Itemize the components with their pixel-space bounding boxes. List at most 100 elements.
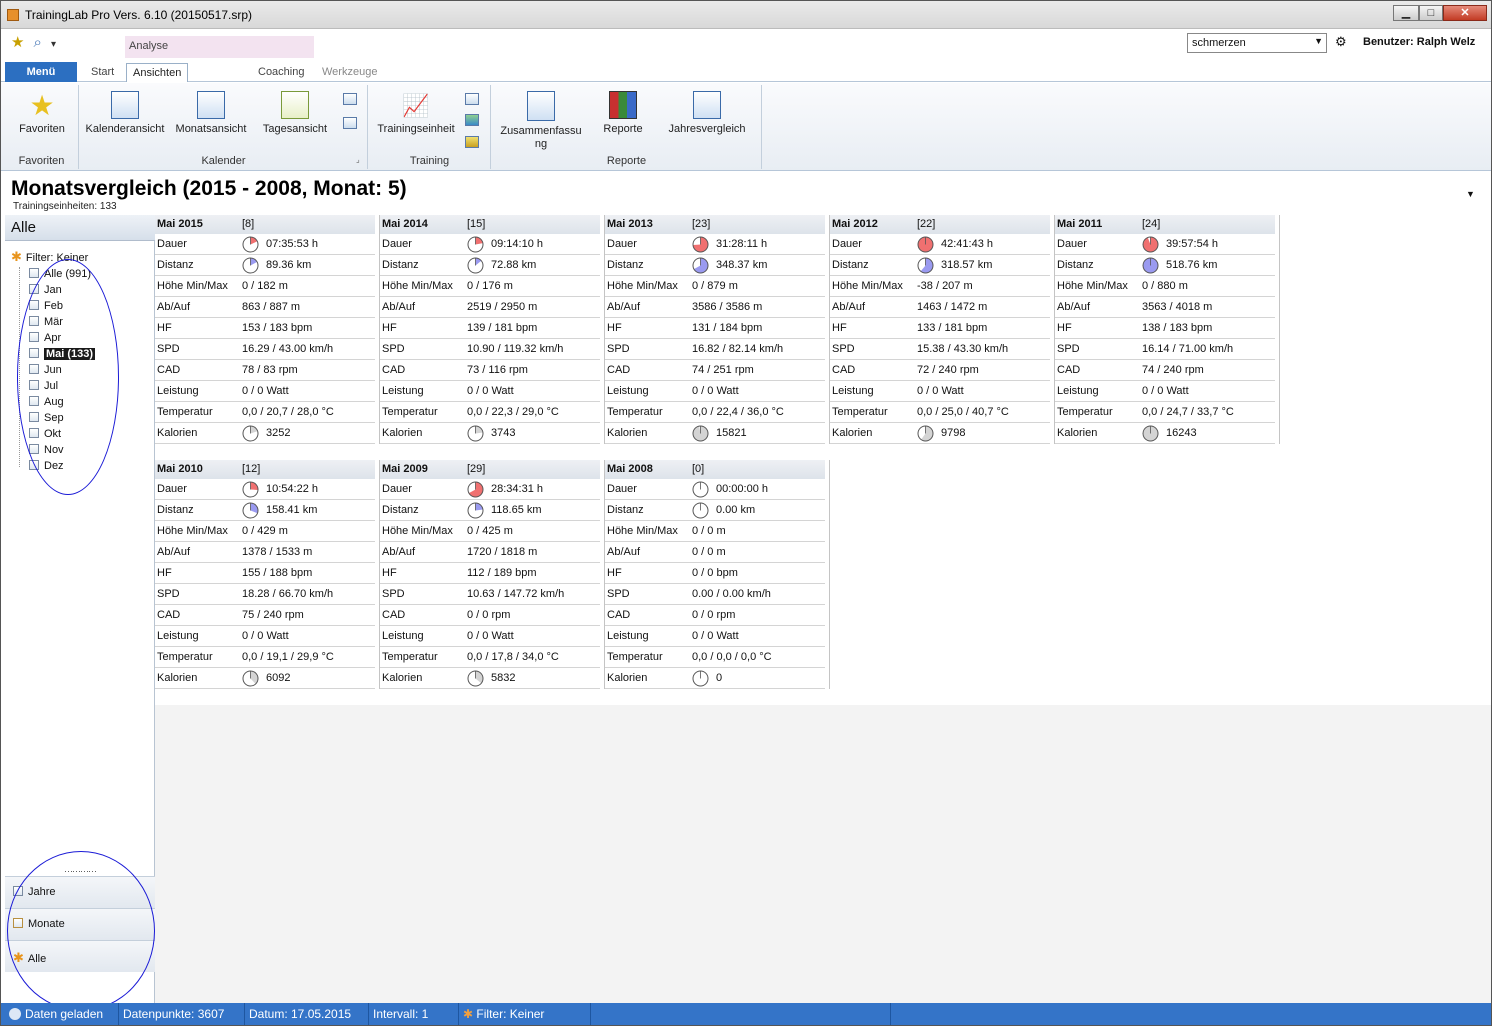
metric-row: CAD 74 / 251 rpm	[605, 360, 825, 381]
metric-row: HF 0 / 0 bpm	[605, 563, 825, 584]
metric-value: 15.38 / 43.30 km/h	[917, 343, 1009, 355]
zusammenfassung-button[interactable]: Zusammenfassu ng	[496, 91, 586, 151]
metric-row: HF 153 / 183 bpm	[155, 318, 375, 339]
metric-label: Dauer	[607, 483, 637, 495]
print-view-icon[interactable]	[343, 117, 357, 129]
metric-value: 28:34:31 h	[491, 483, 543, 495]
metric-value: 0.00 / 0.00 km/h	[692, 588, 771, 600]
ruler-icon[interactable]	[465, 136, 479, 148]
application-window: TrainingLab Pro Vers. 6.10 (20150517.srp…	[0, 0, 1492, 1026]
status-interval: Intervall: 1	[369, 1003, 459, 1025]
menu-button[interactable]: Menü	[5, 62, 77, 82]
card-header: Mai 2009 [29]	[380, 460, 600, 479]
metric-label: Kalorien	[832, 427, 873, 439]
month-card: Mai 2009 [29] Dauer 28:34:31 h Distanz 118.65…	[380, 460, 605, 689]
metric-row: Distanz 318.57 km	[830, 255, 1050, 276]
favoriten-button[interactable]: ★ Favoriten	[0, 91, 87, 136]
metric-label: Ab/Auf	[382, 546, 416, 558]
tagesansicht-label: Tagesansicht	[262, 123, 328, 135]
zusammenfassung-label: Zusammenfassu ng	[500, 125, 582, 150]
quick-access-dropdown-icon[interactable]: ▾	[51, 39, 56, 50]
card-count: [24]	[1142, 218, 1161, 230]
metric-row: HF 131 / 184 bpm	[605, 318, 825, 339]
bar-chart-icon[interactable]	[465, 114, 479, 126]
metric-value: 0 / 0 m	[692, 525, 726, 537]
tagesansicht-button[interactable]: Tagesansicht	[250, 91, 340, 135]
metric-label: Ab/Auf	[607, 301, 641, 313]
search-combo[interactable]: schmerzen ▼	[1187, 33, 1327, 53]
metric-value: 153 / 183 bpm	[242, 322, 313, 334]
metric-row: Dauer 31:28:11 h	[605, 234, 825, 255]
metric-value: 138 / 183 bpm	[1142, 322, 1213, 334]
sidebar-title: Alle	[5, 215, 155, 241]
trainingseinheit-button[interactable]: 📈 Trainingseinheit	[371, 91, 461, 135]
metric-row: Ab/Auf 3563 / 4018 m	[1055, 297, 1275, 318]
maximize-button[interactable]: □	[1419, 5, 1443, 21]
pie-indicator-icon	[467, 502, 484, 519]
metric-value: 0 / 429 m	[242, 525, 288, 537]
tab-coaching[interactable]: Coaching	[252, 63, 310, 82]
metric-value: 0 / 0 Watt	[467, 385, 514, 397]
jahresvergleich-button[interactable]: Jahresvergleich	[662, 91, 752, 135]
group-label-training: Training	[409, 155, 450, 167]
metric-row: Kalorien 15821	[605, 423, 825, 444]
chevron-down-icon[interactable]: ▼	[1466, 189, 1475, 199]
metric-row: Distanz 72.88 km	[380, 255, 600, 276]
tab-start[interactable]: Start	[85, 63, 120, 82]
metric-value: 15821	[716, 427, 747, 439]
status-date: Datum: 17.05.2015	[245, 1003, 369, 1025]
metric-label: Ab/Auf	[832, 301, 866, 313]
minimize-button[interactable]: ▁	[1393, 5, 1419, 21]
metric-label: Kalorien	[382, 672, 423, 684]
metric-label: HF	[1057, 322, 1072, 334]
metric-row: Distanz 348.37 km	[605, 255, 825, 276]
tab-werkzeuge[interactable]: Werkzeuge	[316, 63, 383, 82]
metric-label: Ab/Auf	[1057, 301, 1091, 313]
edit-table-icon[interactable]	[465, 93, 479, 105]
metric-value: 10:54:22 h	[266, 483, 318, 495]
chevron-down-icon[interactable]: ▼	[1314, 36, 1323, 46]
metric-value: 10.63 / 147.72 km/h	[467, 588, 565, 600]
metric-row: CAD 78 / 83 rpm	[155, 360, 375, 381]
metric-row: Dauer 07:35:53 h	[155, 234, 375, 255]
asterisk-icon: ✱	[463, 1007, 474, 1021]
metric-value: 518.76 km	[1166, 259, 1218, 271]
metric-label: Dauer	[157, 238, 187, 250]
metric-row: Distanz 158.41 km	[155, 500, 375, 521]
metric-row: Kalorien 6092	[155, 668, 375, 689]
metric-row: Höhe Min/Max 0 / 176 m	[380, 276, 600, 297]
close-button[interactable]: ✕	[1443, 5, 1487, 21]
metric-label: Ab/Auf	[607, 546, 641, 558]
metric-value: 10.90 / 119.32 km/h	[467, 343, 564, 355]
star-icon[interactable]: ★	[11, 33, 24, 51]
metric-label: HF	[382, 322, 397, 334]
reporte-button[interactable]: Reporte	[578, 91, 668, 135]
kalenderansicht-button[interactable]: Kalenderansicht	[80, 91, 170, 135]
metric-label: Leistung	[382, 630, 424, 642]
pie-indicator-icon	[692, 502, 709, 519]
metric-label: HF	[157, 567, 172, 579]
pie-indicator-icon	[242, 425, 259, 442]
card-count: [0]	[692, 463, 705, 475]
card-title: Mai 2015	[157, 218, 203, 230]
card-title: Mai 2009	[382, 463, 428, 475]
metric-row: HF 139 / 181 bpm	[380, 318, 600, 339]
metric-value: 72 / 240 rpm	[917, 364, 979, 376]
monatsansicht-button[interactable]: Monatsansicht	[166, 91, 256, 135]
metric-value: 89.36 km	[266, 259, 312, 271]
metric-label: Temperatur	[382, 651, 438, 663]
title-bar: TrainingLab Pro Vers. 6.10 (20150517.srp…	[1, 1, 1491, 29]
search-doc-icon[interactable]: ⌕	[34, 34, 42, 51]
user-settings-icon[interactable]: ⚙	[1335, 34, 1351, 49]
app-icon	[7, 9, 19, 21]
metric-row: Temperatur 0,0 / 19,1 / 29,9 °C	[155, 647, 375, 668]
metric-label: Ab/Auf	[157, 301, 191, 313]
metric-label: Distanz	[607, 504, 644, 516]
metric-label: Distanz	[157, 259, 194, 271]
metric-label: CAD	[832, 364, 856, 376]
tab-ansichten[interactable]: Ansichten	[126, 63, 189, 82]
metric-value: 74 / 240 rpm	[1142, 364, 1204, 376]
pie-indicator-icon	[1142, 425, 1159, 442]
metric-value: 158.41 km	[266, 504, 318, 516]
list-view-icon[interactable]	[343, 93, 357, 105]
